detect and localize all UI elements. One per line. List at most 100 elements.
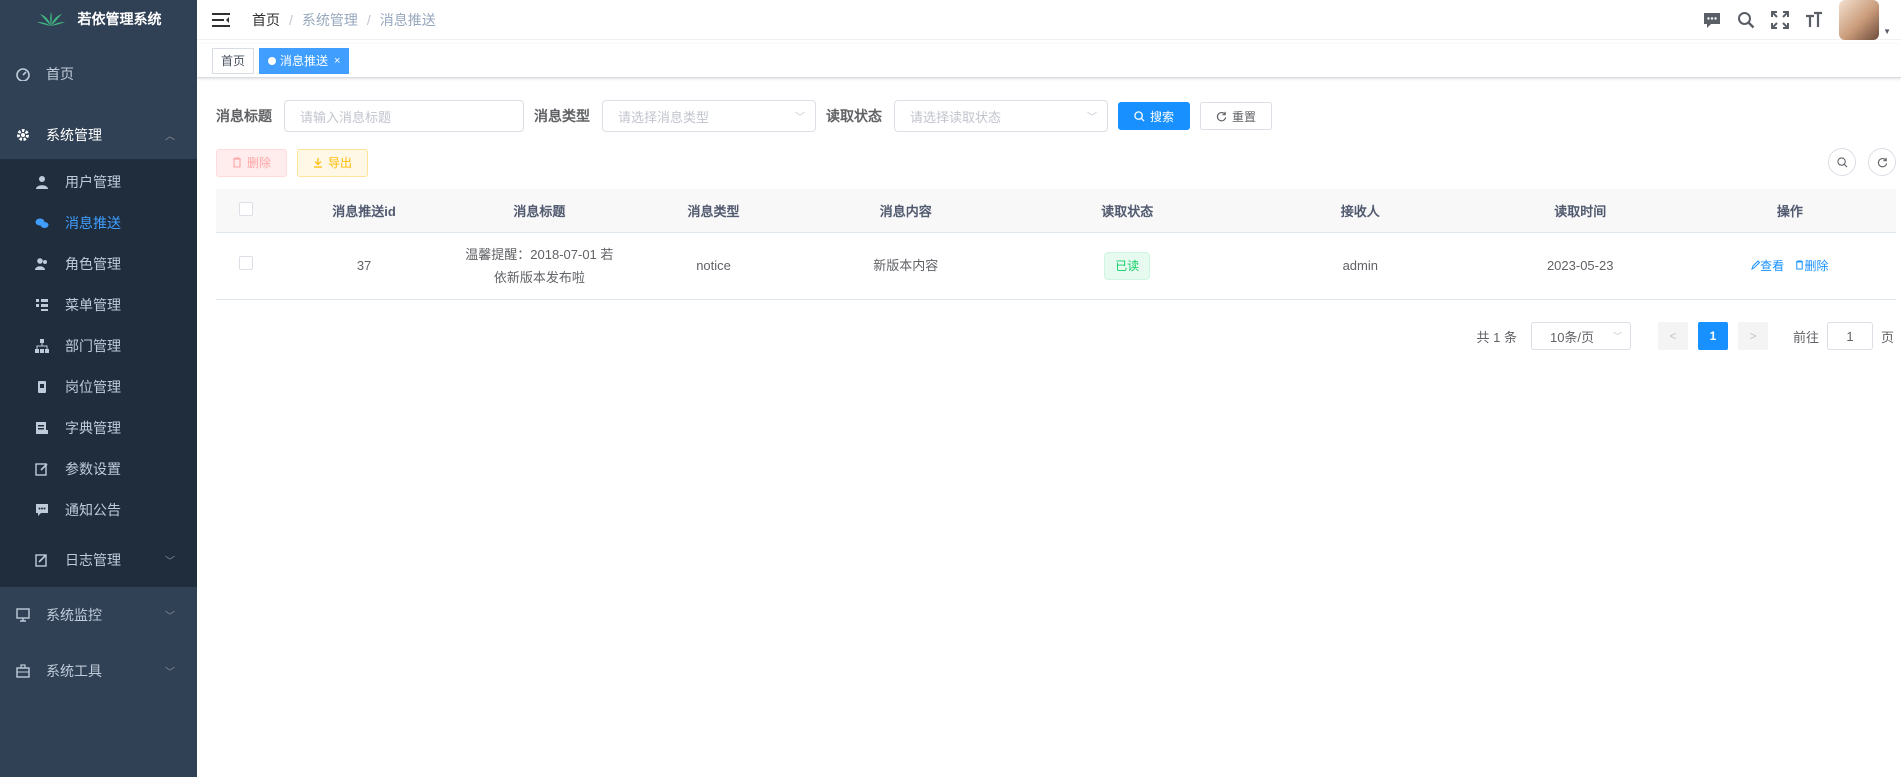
sidebar: 若依管理系统 首页 系统管理 ︿ 用户管理 消息推送 角色管理 菜单管理 部门管… xyxy=(0,0,197,777)
system-submenu: 用户管理 消息推送 角色管理 菜单管理 部门管理 岗位管理 字典管理 参数设置 xyxy=(0,159,197,587)
refresh-icon xyxy=(1216,111,1227,121)
header-cell: 读取状态 xyxy=(1010,189,1244,233)
export-button[interactable]: 导出 xyxy=(297,148,369,177)
table-header-row: 消息推送id 消息标题 消息类型 消息内容 读取状态 接收人 读取时间 操作 xyxy=(216,189,1896,233)
refresh-icon xyxy=(1877,157,1887,167)
type-select[interactable]: 请选择消息类型 ﹀ xyxy=(602,100,816,132)
menu-home-label: 首页 xyxy=(46,66,74,82)
search-icon xyxy=(1836,156,1847,167)
sidebar-item-config[interactable]: 参数设置 xyxy=(0,451,197,487)
sidebar-item-message-push[interactable]: 消息推送 xyxy=(0,205,197,241)
logo[interactable]: 若依管理系统 xyxy=(0,0,197,38)
system-icon xyxy=(16,128,30,142)
reset-button[interactable]: 重置 xyxy=(1200,102,1273,130)
monitor-icon xyxy=(16,608,30,622)
sidebar-item-menu[interactable]: 菜单管理 xyxy=(0,287,197,323)
status-label: 读取状态 xyxy=(826,108,882,124)
page-size-select[interactable]: 10条/页 ﹀ xyxy=(1530,322,1631,350)
close-icon[interactable]: × xyxy=(334,49,340,73)
goto-page: 前往 1 页 xyxy=(1793,322,1894,350)
navbar: 首页 / 系统管理 / 消息推送 ▼ xyxy=(197,0,1901,40)
menu-home[interactable]: 首页 xyxy=(0,38,197,110)
goto-prefix: 前往 xyxy=(1792,329,1819,345)
header-cell: 消息推送id xyxy=(275,189,453,233)
hamburger-icon[interactable] xyxy=(212,10,236,30)
type-placeholder: 请选择消息类型 xyxy=(618,109,710,125)
post-icon xyxy=(35,380,49,394)
pagination-total: 共 1 条 xyxy=(1476,329,1517,345)
prev-page-button[interactable]: < xyxy=(1657,322,1688,350)
sidebar-item-post[interactable]: 岗位管理 xyxy=(0,369,197,405)
search-icon xyxy=(1134,110,1145,122)
view-label: 查看 xyxy=(1760,258,1785,273)
export-button-label: 导出 xyxy=(328,156,353,170)
sidebar-item-user[interactable]: 用户管理 xyxy=(0,159,197,205)
tool-icon xyxy=(16,664,30,678)
data-table: 消息推送id 消息标题 消息类型 消息内容 读取状态 接收人 读取时间 操作 3… xyxy=(216,189,1896,300)
menu-tool[interactable]: 系统工具 ﹀ xyxy=(0,643,197,699)
sidebar-item-label: 部门管理 xyxy=(65,338,121,354)
fullscreen-icon[interactable] xyxy=(1771,11,1790,29)
breadcrumb: 首页 / 系统管理 / 消息推送 xyxy=(252,10,436,30)
cell-title: 温馨提醒：2018-07-01 若 依新版本发布啦 xyxy=(452,232,627,300)
row-delete-button[interactable]: 删除 xyxy=(1795,259,1829,273)
menu-system[interactable]: 系统管理 ︿ xyxy=(0,110,197,159)
cell-receiver: admin xyxy=(1243,232,1477,300)
sidebar-item-notice[interactable]: 通知公告 xyxy=(0,487,197,533)
sidebar-item-role[interactable]: 角色管理 xyxy=(0,241,197,287)
goto-suffix: 页 xyxy=(1880,329,1894,345)
cell-status: 已读 xyxy=(1010,232,1244,300)
cell-ops: 查看 删除 xyxy=(1683,232,1896,300)
right-toolbar xyxy=(1828,148,1896,176)
avatar-wrapper[interactable]: ▼ xyxy=(1839,0,1891,40)
status-select[interactable]: 请选择读取状态 ﹀ xyxy=(894,100,1108,132)
message-icon[interactable] xyxy=(1703,11,1721,29)
header-select xyxy=(216,189,276,233)
menu-monitor[interactable]: 系统监控 ﹀ xyxy=(0,587,197,643)
log-icon xyxy=(35,553,49,567)
logo-icon xyxy=(36,12,65,26)
page-number[interactable]: 1 xyxy=(1697,322,1728,350)
sidebar-item-label: 消息推送 xyxy=(65,215,121,231)
row-checkbox[interactable] xyxy=(238,256,253,270)
view-button[interactable]: 查看 xyxy=(1751,259,1787,273)
chat-icon xyxy=(35,216,49,230)
breadcrumb-home[interactable]: 首页 xyxy=(252,10,280,30)
avatar[interactable] xyxy=(1839,0,1880,40)
status-badge: 已读 xyxy=(1104,251,1151,280)
status-placeholder: 请选择读取状态 xyxy=(910,109,1002,125)
title-input[interactable]: 请输入消息标题 xyxy=(284,100,524,132)
app-title: 若依管理系统 xyxy=(77,11,162,27)
tag-home[interactable]: 首页 xyxy=(212,47,255,74)
sidebar-item-label: 菜单管理 xyxy=(65,297,121,313)
sidebar-item-dict[interactable]: 字典管理 xyxy=(0,405,197,451)
chevron-down-icon: ﹀ xyxy=(1087,112,1097,124)
sidebar-item-label: 字典管理 xyxy=(65,420,121,436)
font-size-icon[interactable] xyxy=(1805,11,1823,29)
download-icon xyxy=(314,158,323,168)
tree-table-icon xyxy=(35,298,49,312)
sidebar-item-label: 角色管理 xyxy=(65,256,121,272)
select-all-checkbox[interactable] xyxy=(238,201,253,216)
menu-monitor-label: 系统监控 xyxy=(46,607,102,623)
sidebar-item-log[interactable]: 日志管理 ﹀ xyxy=(0,533,197,587)
sidebar-item-dept[interactable]: 部门管理 xyxy=(0,323,197,369)
search-button[interactable]: 搜索 xyxy=(1118,102,1191,130)
goto-page-input[interactable]: 1 xyxy=(1826,322,1873,350)
cell-read-time: 2023-05-23 xyxy=(1476,232,1684,300)
tags-view: 首页 消息推送 × xyxy=(197,44,1901,78)
sidebar-item-label: 用户管理 xyxy=(65,174,121,190)
header-cell: 操作 xyxy=(1683,189,1896,233)
tag-message-push[interactable]: 消息推送 × xyxy=(259,47,350,74)
delete-button[interactable]: 删除 xyxy=(216,148,288,177)
search-form: 消息标题 请输入消息标题 消息类型 请选择消息类型 ﹀ 读取状态 请选择读取状态… xyxy=(216,100,1896,132)
toggle-search-button[interactable] xyxy=(1828,148,1856,176)
sidebar-item-label: 通知公告 xyxy=(65,502,121,518)
refresh-button[interactable] xyxy=(1868,148,1896,176)
chevron-down-icon: ﹀ xyxy=(795,112,805,124)
active-dot-icon xyxy=(268,56,277,65)
delete-button-label: 删除 xyxy=(247,156,272,170)
next-page-button[interactable]: > xyxy=(1737,322,1768,350)
search-icon[interactable] xyxy=(1737,11,1755,29)
toolbar: 删除 导出 xyxy=(216,148,1896,177)
